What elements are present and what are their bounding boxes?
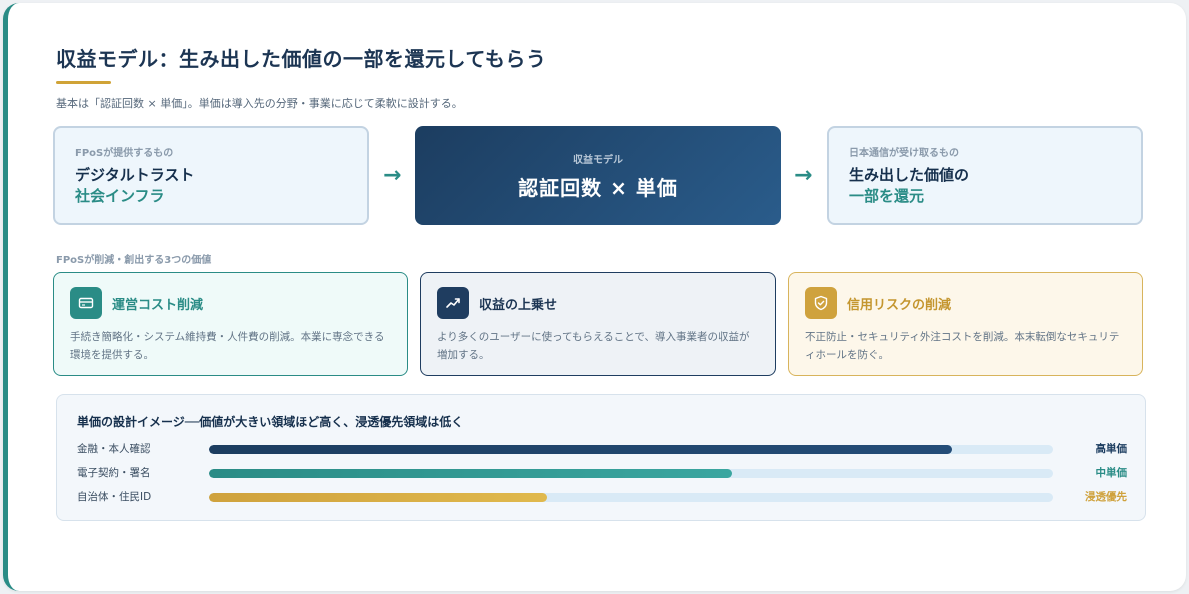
page-subtitle: 基本は「認証回数 × 単価」。単価は導入先の分野・事業に応じて柔軟に設計する。 <box>56 97 463 110</box>
value-card-title: 運営コスト削減 <box>112 297 204 313</box>
value-card-description: 手続き簡略化・システム維持費・人件費の削減。本業に専念できる環境を提供する。 <box>70 331 385 361</box>
price-bar-track <box>209 493 1053 502</box>
flow-model-caption: 収益モデル <box>573 154 623 166</box>
shield-check-icon <box>805 287 837 319</box>
price-row-label: 電子契約・署名 <box>77 467 151 479</box>
value-card-revenue-boost: 収益の上乗せ より多くのユーザーに使ってもらえることで、導入事業者の収益が増加す… <box>420 272 776 376</box>
flow-receives-line2: 一部を還元 <box>849 187 925 205</box>
trend-up-icon <box>437 287 469 319</box>
flow-provides-line1: デジタルトラスト <box>75 166 195 184</box>
value-card-title: 収益の上乗せ <box>479 297 558 313</box>
title-underline <box>56 81 111 84</box>
flow-receives-box: 日本通信が受け取るもの 生み出した価値の 一部を還元 <box>827 126 1143 225</box>
flow-receives-line1: 生み出した価値の <box>849 166 970 184</box>
price-tier-tag: 中単価 <box>1095 467 1128 479</box>
price-row-e-contract: 電子契約・署名 中単価 <box>77 465 1127 481</box>
price-row-label: 金融・本人確認 <box>77 443 151 455</box>
price-bar-fill <box>209 469 733 478</box>
price-bar-fill <box>209 445 952 454</box>
flow-provides-caption: FPoSが提供するもの <box>75 148 174 159</box>
flow-receives-caption: 日本通信が受け取るもの <box>849 148 959 159</box>
flow-revenue-model-box: 収益モデル 認証回数 × 単価 <box>415 126 781 225</box>
price-tier-tag: 浸透優先 <box>1085 491 1127 503</box>
value-card-credit-risk: 信用リスクの削減 不正防止・セキュリティ外注コストを削減。本末転倒なセキュリティ… <box>788 272 1143 376</box>
value-card-description: より多くのユーザーに使ってもらえることで、導入事業者の収益が増加する。 <box>437 331 750 361</box>
flow-arrow-right-icon: → <box>794 163 813 188</box>
price-bar-track <box>209 469 1053 478</box>
revenue-model-card: 収益モデル：生み出した価値の一部を還元してもらう 基本は「認証回数 × 単価」。… <box>3 3 1186 591</box>
price-tier-tag: 高単価 <box>1095 443 1128 455</box>
value-card-title: 信用リスクの削減 <box>847 297 952 313</box>
price-row-finance: 金融・本人確認 高単価 <box>77 441 1127 457</box>
credit-card-icon <box>70 287 102 319</box>
page-title: 収益モデル：生み出した価値の一部を還元してもらう <box>56 47 547 71</box>
price-row-label: 自治体・住民ID <box>77 491 152 503</box>
value-card-cost-reduction: 運営コスト削減 手続き簡略化・システム維持費・人件費の削減。本業に専念できる環境… <box>53 272 408 376</box>
flow-provides-box: FPoSが提供するもの デジタルトラスト 社会インフラ <box>53 126 369 225</box>
unit-price-panel-title: 単価の設計イメージ──価値が大きい領域ほど高く、浸透優先領域は低く <box>77 415 464 429</box>
price-row-municipal-id: 自治体・住民ID 浸透優先 <box>77 489 1127 505</box>
price-bar-fill <box>209 493 547 502</box>
flow-arrow-right-icon: → <box>383 163 402 188</box>
value-card-description: 不正防止・セキュリティ外注コストを削減。本末転倒なセキュリティホールを防ぐ。 <box>805 331 1120 361</box>
values-section-label: FPoSが削減・創出する3つの価値 <box>56 255 212 266</box>
flow-provides-line2: 社会インフラ <box>75 187 165 205</box>
price-bar-track <box>209 445 1053 454</box>
unit-price-design-panel: 単価の設計イメージ──価値が大きい領域ほど高く、浸透優先領域は低く 金融・本人確… <box>56 394 1146 521</box>
flow-model-formula: 認証回数 × 単価 <box>518 175 678 200</box>
